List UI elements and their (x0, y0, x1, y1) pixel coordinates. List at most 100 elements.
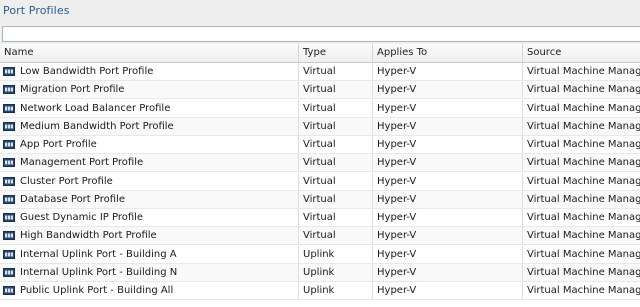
port-profile-icon (3, 176, 15, 186)
cell-source: Virtual Machine Manager (527, 120, 640, 132)
cell-name: High Bandwidth Port Profile (0, 227, 299, 245)
row-name: Migration Port Profile (20, 84, 125, 96)
row-name: Management Port Profile (20, 157, 144, 169)
cell-name: Migration Port Profile (0, 81, 299, 99)
grid-header: Name Type Applies To Source (0, 44, 640, 63)
cell-applies-to: Hyper-V (373, 282, 523, 299)
port-profile-icon (3, 286, 15, 295)
cell-source: Virtual Machine Manager (527, 102, 640, 114)
filter-input[interactable] (2, 26, 640, 42)
table-row[interactable]: Internal Uplink Port - Building N Uplink H… (0, 263, 640, 282)
port-profiles-grid: Name Type Applies To Source Low Bandwidt… (0, 44, 640, 307)
port-profile-icon (3, 158, 15, 168)
cell-type: Virtual (299, 136, 373, 153)
port-profile-icon (3, 194, 15, 204)
cell-type: Uplink (299, 245, 373, 263)
cell-type: Uplink (299, 263, 373, 281)
port-profile-icon (3, 103, 15, 113)
cell-type: Virtual (299, 227, 373, 245)
port-profile-icon (3, 85, 15, 95)
cell-source: Virtual Machine Manager (527, 230, 640, 242)
cell-type: Virtual (299, 63, 373, 80)
cell-source: Virtual Machine Manager (527, 193, 640, 205)
table-row[interactable]: Medium Bandwidth Port Profile Virtual Hype… (0, 117, 640, 136)
port-profiles-panel: Port Profiles Name Type Applies To Sourc… (0, 0, 640, 307)
column-header-source[interactable]: Source (523, 44, 640, 62)
row-name: Guest Dynamic IP Profile (20, 212, 144, 223)
cell-source: Virtual Machine Manager (527, 84, 640, 96)
cell-source: Virtual Machine Manager (527, 248, 640, 260)
cell-name: Low Bandwidth Port Profile (0, 63, 299, 80)
cell-applies-to: Hyper-V (373, 99, 523, 117)
cell-name: Public Uplink Port - Building All (0, 282, 299, 299)
cell-source: Virtual Machine Manager (527, 212, 640, 223)
table-row[interactable]: Migration Port Profile Virtual Hyper-V Virt… (0, 81, 640, 100)
cell-name: Cluster Port Profile (0, 172, 299, 190)
cell-applies-to: Hyper-V (373, 136, 523, 153)
cell-source: Virtual Machine Manager (527, 139, 640, 150)
cell-type: Virtual (299, 209, 373, 226)
port-profile-icon (3, 121, 15, 131)
row-name: Low Bandwidth Port Profile (20, 66, 154, 77)
cell-name: Network Load Balancer Profile (0, 99, 299, 117)
cell-source: Virtual Machine Manager (527, 175, 640, 187)
table-row[interactable]: App Port Profile Virtual Hyper-V Virtual Ma… (0, 136, 640, 154)
cell-name: Medium Bandwidth Port Profile (0, 117, 299, 135)
row-name: Database Port Profile (20, 193, 125, 205)
column-header-type[interactable]: Type (299, 44, 373, 62)
cell-name: Internal Uplink Port - Building N (0, 263, 299, 281)
cell-applies-to: Hyper-V (373, 117, 523, 135)
port-profile-icon (3, 231, 15, 241)
row-name: Internal Uplink Port - Building N (20, 266, 178, 278)
cell-source: Virtual Machine Manager (527, 157, 640, 169)
cell-applies-to: Hyper-V (373, 190, 523, 208)
cell-name: Guest Dynamic IP Profile (0, 209, 299, 226)
cell-type: Virtual (299, 190, 373, 208)
panel-title-bar: Port Profiles (0, 0, 640, 24)
table-row[interactable]: Guest Dynamic IP Profile Virtual Hyper-V Vi… (0, 209, 640, 227)
cell-applies-to: Hyper-V (373, 227, 523, 245)
cell-name: Database Port Profile (0, 190, 299, 208)
cell-source: Virtual Machine Manager (527, 66, 640, 77)
table-row[interactable]: Network Load Balancer Profile Virtual Hype… (0, 99, 640, 118)
cell-applies-to: Hyper-V (373, 63, 523, 80)
cell-type: Virtual (299, 81, 373, 99)
cell-applies-to: Hyper-V (373, 81, 523, 99)
port-profile-icon (3, 67, 15, 76)
cell-source: Virtual Machine Manager (527, 285, 640, 296)
cell-type: Uplink (299, 282, 373, 299)
row-name: Medium Bandwidth Port Profile (20, 120, 174, 132)
cell-applies-to: Hyper-V (373, 263, 523, 281)
table-row[interactable]: High Bandwidth Port Profile Virtual Hyper-… (0, 227, 640, 246)
panel-title: Port Profiles (3, 4, 70, 17)
port-profile-icon (3, 267, 15, 277)
cell-applies-to: Hyper-V (373, 209, 523, 226)
cell-name: Management Port Profile (0, 154, 299, 172)
cell-name: App Port Profile (0, 136, 299, 153)
port-profile-icon (3, 140, 15, 149)
cell-applies-to: Hyper-V (373, 245, 523, 263)
cell-source: Virtual Machine Manager (527, 266, 640, 278)
table-row[interactable]: Internal Uplink Port - Building A Uplink H… (0, 245, 640, 264)
table-row[interactable]: Low Bandwidth Port Profile Virtual Hyper-V… (0, 63, 640, 81)
table-row[interactable]: Database Port Profile Virtual Hyper-V Virtu… (0, 190, 640, 209)
row-name: High Bandwidth Port Profile (20, 230, 157, 242)
port-profile-icon (3, 249, 15, 259)
column-header-name[interactable]: Name (0, 44, 299, 62)
cell-type: Virtual (299, 99, 373, 117)
filter-bar (0, 24, 640, 44)
cell-applies-to: Hyper-V (373, 154, 523, 172)
table-row[interactable]: Public Uplink Port - Building All Uplink H… (0, 282, 640, 300)
row-name: Public Uplink Port - Building All (20, 285, 174, 296)
cell-type: Virtual (299, 117, 373, 135)
row-name: App Port Profile (20, 139, 97, 150)
table-row[interactable]: Management Port Profile Virtual Hyper-V Vir… (0, 154, 640, 173)
cell-applies-to: Hyper-V (373, 172, 523, 190)
table-row[interactable]: Cluster Port Profile Virtual Hyper-V Virtua… (0, 172, 640, 191)
cell-name: Internal Uplink Port - Building A (0, 245, 299, 263)
cell-type: Virtual (299, 154, 373, 172)
row-name: Network Load Balancer Profile (20, 102, 171, 114)
cell-type: Virtual (299, 172, 373, 190)
column-header-applies-to[interactable]: Applies To (373, 44, 523, 62)
row-name: Internal Uplink Port - Building A (20, 248, 177, 260)
